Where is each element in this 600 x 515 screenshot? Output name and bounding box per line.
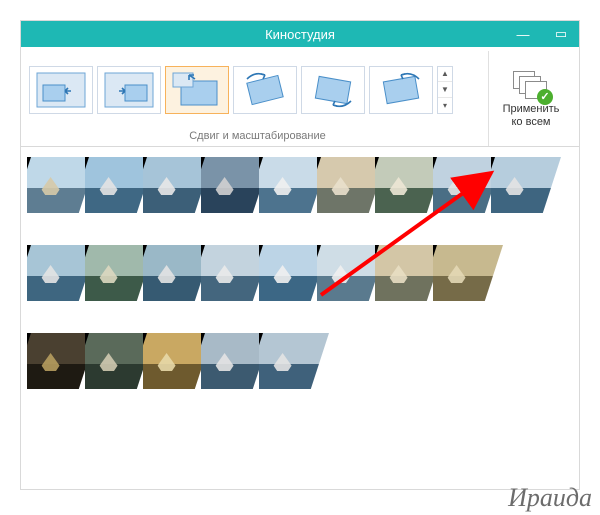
- effect-thumb-1[interactable]: [29, 66, 93, 114]
- gallery-scroll-down[interactable]: ▼: [438, 82, 452, 98]
- timeline-strip: [27, 333, 573, 389]
- effect-thumb-3-selected[interactable]: [165, 66, 229, 114]
- apply-to-all-label: Применить ко всем: [503, 103, 560, 128]
- checkmark-icon: ✓: [537, 89, 553, 105]
- timeline-strip: [27, 157, 573, 213]
- gallery-scroll-more[interactable]: ▾: [438, 98, 452, 113]
- effect-thumb-5[interactable]: [301, 66, 365, 114]
- effect-thumb-4[interactable]: [233, 66, 297, 114]
- ribbon: ▲ ▼ ▾ Сдвиг и масштабирование ✓ Применит…: [21, 47, 579, 147]
- apply-to-all-button[interactable]: ✓ Применить ко всем: [489, 51, 573, 146]
- timeline-clip[interactable]: [259, 333, 329, 389]
- timeline-strip: [27, 245, 573, 301]
- window-controls: — ▭: [509, 21, 575, 47]
- ribbon-group-label: Сдвиг и масштабирование: [27, 128, 488, 146]
- window-title: Киностудия: [265, 27, 335, 42]
- timeline-area: [21, 147, 579, 489]
- timeline-clip[interactable]: [491, 157, 561, 213]
- effect-gallery: ▲ ▼ ▾: [27, 51, 488, 128]
- ribbon-group-pan-zoom: ▲ ▼ ▾ Сдвиг и масштабирование: [27, 51, 489, 146]
- effect-thumb-6[interactable]: [369, 66, 433, 114]
- titlebar: Киностудия — ▭: [21, 21, 579, 47]
- effect-thumb-2[interactable]: [97, 66, 161, 114]
- signature: Ираида: [508, 483, 592, 513]
- gallery-scroll: ▲ ▼ ▾: [437, 66, 453, 114]
- maximize-button[interactable]: ▭: [547, 26, 575, 42]
- timeline-clip[interactable]: [433, 245, 503, 301]
- apply-to-all-icon: ✓: [513, 71, 549, 101]
- gallery-scroll-up[interactable]: ▲: [438, 67, 452, 83]
- minimize-button[interactable]: —: [509, 27, 537, 42]
- app-window: Киностудия — ▭: [20, 20, 580, 490]
